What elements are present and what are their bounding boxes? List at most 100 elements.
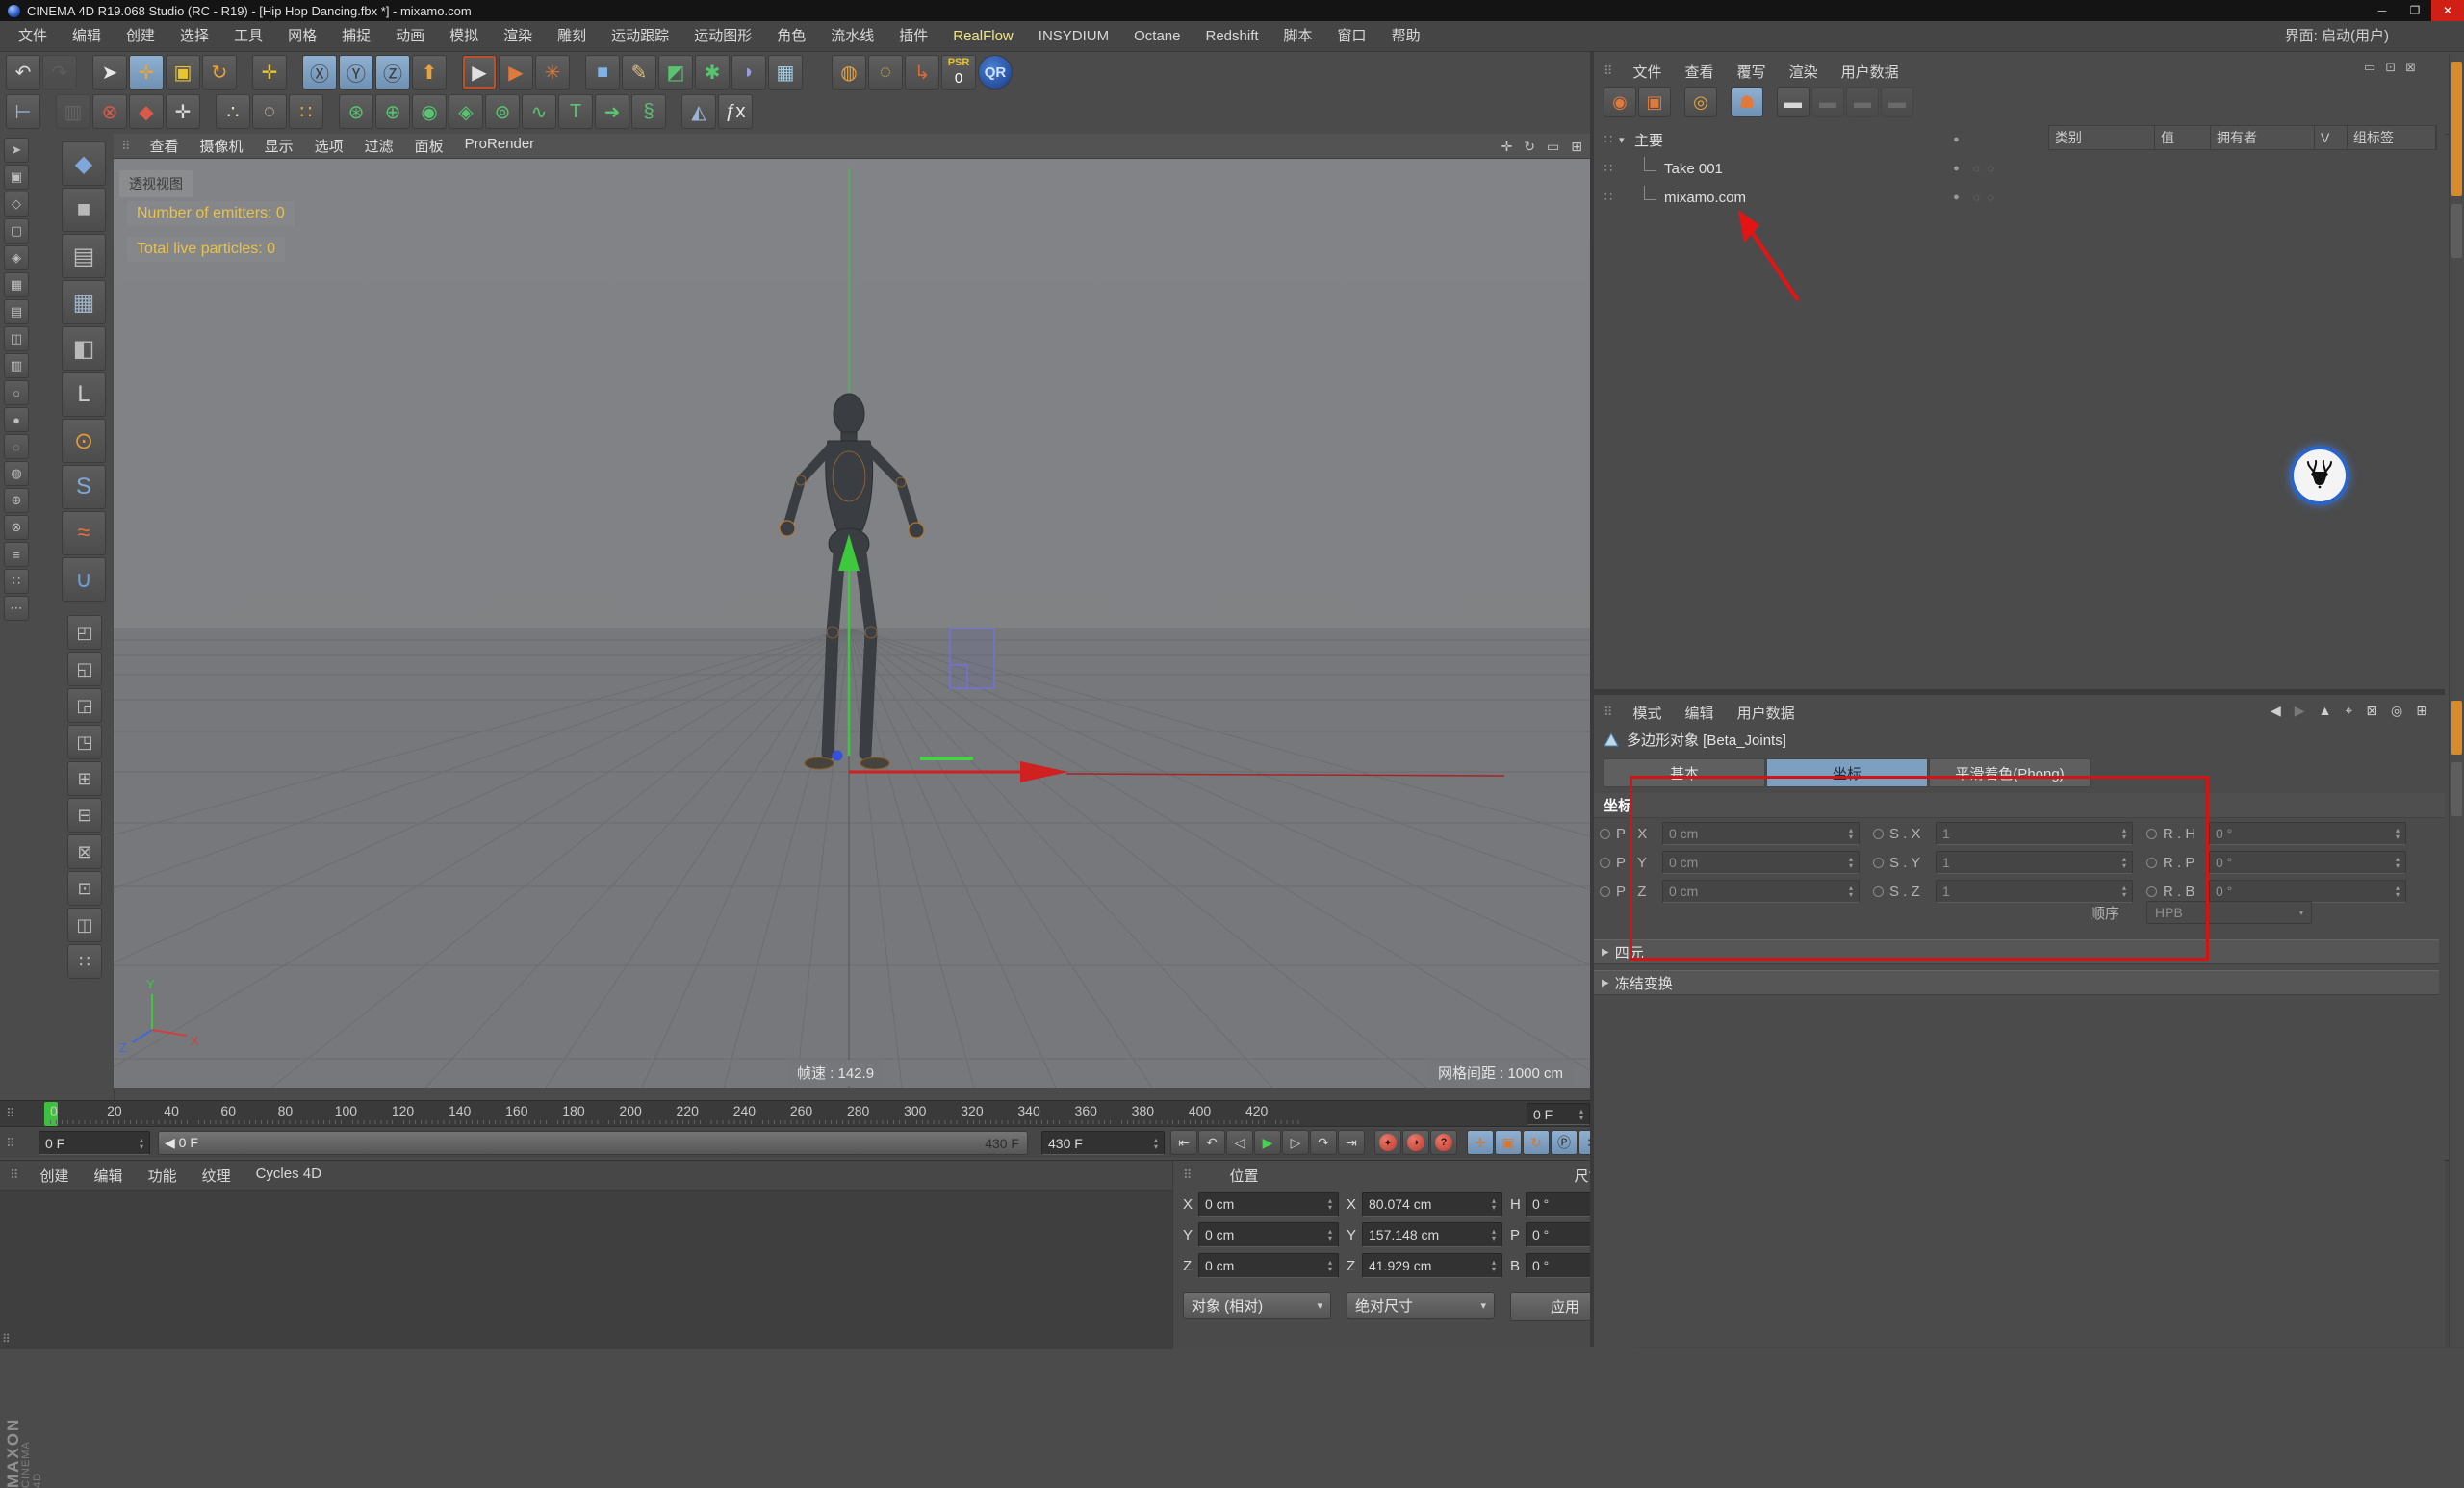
- no-points-icon[interactable]: ⊗: [92, 94, 127, 129]
- take-toolbar-icon[interactable]: [1673, 87, 1682, 117]
- attribute-tab[interactable]: 平滑着色(Phong): [1929, 758, 2091, 787]
- workplane-icon[interactable]: ▦: [62, 280, 106, 324]
- attribute-field[interactable]: 0 cm ▴ ▾: [1662, 851, 1860, 874]
- toolbar-icon[interactable]: [239, 55, 250, 90]
- snap-move-icon[interactable]: ✛: [166, 94, 200, 129]
- menu-item[interactable]: 创建: [114, 21, 167, 52]
- ruler-frame-field[interactable]: 0 F ▴ ▾: [1527, 1103, 1590, 1125]
- current-frame-field[interactable]: 0 F ▴ ▾: [38, 1131, 150, 1155]
- deformer-icon[interactable]: ◗: [732, 55, 766, 90]
- expand-icon[interactable]: ▾: [1619, 134, 1632, 146]
- attribute-menu-item[interactable]: 用户数据: [1726, 703, 1807, 723]
- kinematic-mode-icon[interactable]: ▥: [4, 353, 29, 378]
- view-label[interactable]: 透视视图: [119, 170, 192, 197]
- take-dot-icon[interactable]: ●: [1953, 192, 1960, 203]
- primitive-cube-icon[interactable]: ■: [585, 55, 620, 90]
- viewport-menu-item[interactable]: 过滤: [354, 136, 404, 156]
- tp-group-icon[interactable]: ▥: [56, 94, 90, 129]
- select-mode-icon[interactable]: ➤: [4, 138, 29, 163]
- spline-wrap-icon[interactable]: ➜: [595, 94, 629, 129]
- vertical-tab[interactable]: [2451, 204, 2462, 258]
- menu-item[interactable]: RealFlow: [940, 21, 1026, 52]
- toolbar-icon[interactable]: [805, 55, 816, 90]
- take-row[interactable]: ∷ ▾ mixamo.com ● ◌◌: [1598, 183, 2044, 212]
- menu-item[interactable]: 模拟: [437, 21, 491, 52]
- quick-render-icon[interactable]: QR: [978, 55, 1013, 90]
- panel-grip[interactable]: ⠿: [6, 1106, 14, 1121]
- menu-item[interactable]: 文件: [6, 21, 60, 52]
- take-camera-icons[interactable]: ◌◌: [1973, 162, 2002, 175]
- track-selection-icon[interactable]: ◎: [2391, 703, 2402, 719]
- keyframe-selection-button[interactable]: ?: [1430, 1130, 1457, 1155]
- take-row[interactable]: ∷ ▾ 主要 ● ◌◌: [1598, 125, 2044, 154]
- auto-take-icon[interactable]: ☗: [1731, 87, 1763, 117]
- maximize-view-icon[interactable]: ▭: [1547, 139, 1559, 155]
- take-column-header[interactable]: 拥有者: [2211, 126, 2315, 149]
- keyframe-ring-icon[interactable]: [1873, 885, 1884, 897]
- take-label[interactable]: Take 001: [1664, 161, 1723, 177]
- text-object-icon[interactable]: T: [558, 94, 593, 129]
- deer-badge-icon[interactable]: [2294, 449, 2346, 501]
- collapse-icon[interactable]: ⊟: [67, 798, 102, 833]
- attribute-field[interactable]: 0 cm ▴ ▾: [1662, 880, 1860, 903]
- keyframe-ring-icon[interactable]: [2146, 857, 2157, 868]
- object-axis-icon[interactable]: ◧: [62, 326, 106, 371]
- panel-grip[interactable]: ⠿: [1183, 1167, 1192, 1183]
- coordinate-field[interactable]: 0 cm ▴ ▾: [1198, 1192, 1339, 1217]
- menu-item[interactable]: Octane: [1121, 21, 1193, 52]
- material-menu-item[interactable]: 创建: [28, 1166, 82, 1186]
- keyframe-ring-icon[interactable]: [1873, 828, 1884, 839]
- take-label[interactable]: mixamo.com: [1664, 190, 1746, 206]
- globe-icon[interactable]: ◍: [832, 55, 866, 90]
- viewport-menu-item[interactable]: 摄像机: [190, 136, 254, 156]
- lock-icon[interactable]: ⊠: [2366, 703, 2377, 719]
- record-parameter-toggle[interactable]: Ⓟ: [1551, 1130, 1578, 1155]
- menu-item[interactable]: 捕捉: [329, 21, 383, 52]
- render-take-2-icon[interactable]: ▬: [1846, 87, 1879, 117]
- array-icon[interactable]: ✱: [695, 55, 730, 90]
- minimize-button[interactable]: ─: [2366, 0, 2399, 21]
- take-menu-item[interactable]: 文件: [1622, 62, 1674, 82]
- grid-mode-icon[interactable]: ∷: [4, 569, 29, 594]
- toolbar-icon[interactable]: [202, 94, 214, 129]
- toolbar-icon[interactable]: [668, 94, 680, 129]
- menu-item[interactable]: 运动图形: [681, 21, 764, 52]
- hierarchy-icon[interactable]: ⊢: [6, 94, 40, 129]
- emitter-icon[interactable]: ⊛: [339, 94, 373, 129]
- move-tool-icon[interactable]: ✛: [129, 55, 164, 90]
- close-button[interactable]: ✕: [2431, 0, 2464, 21]
- menu-item[interactable]: Redshift: [1194, 21, 1271, 52]
- keyframe-ring-icon[interactable]: [1873, 857, 1884, 868]
- take-state-icon[interactable]: ∷: [1598, 190, 1619, 205]
- next-key-button[interactable]: ↷: [1310, 1130, 1337, 1155]
- selection-ring-icon[interactable]: ◌: [868, 55, 903, 90]
- take-toolbar-icon[interactable]: [1719, 87, 1729, 117]
- redo-icon[interactable]: ↷: [42, 55, 77, 90]
- attribute-menu-item[interactable]: 模式: [1622, 703, 1674, 723]
- animation-mode-icon[interactable]: ○: [4, 380, 29, 405]
- polygon-mode-icon[interactable]: ▤: [4, 299, 29, 324]
- timeline-scrubber[interactable]: ◀ 0 F 430 F: [158, 1131, 1028, 1155]
- record-keyframe-button[interactable]: ✦: [1374, 1130, 1401, 1155]
- take-column-header[interactable]: V: [2315, 126, 2348, 149]
- texture-tool-icon[interactable]: ▤: [62, 234, 106, 278]
- list-mode-icon[interactable]: ≡: [4, 542, 29, 567]
- axis-lock-icon[interactable]: L: [62, 372, 106, 417]
- coordinate-field[interactable]: 0 cm ▴ ▾: [1198, 1253, 1339, 1278]
- menu-item[interactable]: 窗口: [1325, 21, 1379, 52]
- transport-button[interactable]: [1458, 1130, 1466, 1155]
- add-mode-icon[interactable]: ⊕: [4, 488, 29, 513]
- take-column-header[interactable]: 类别: [2049, 126, 2155, 149]
- take-label[interactable]: 主要: [1634, 130, 1663, 150]
- take-menu-item[interactable]: 查看: [1674, 62, 1726, 82]
- maximize-button[interactable]: ❐: [2399, 0, 2431, 21]
- menu-item[interactable]: 帮助: [1379, 21, 1433, 52]
- order-dropdown[interactable]: HPB ▾: [2146, 901, 2312, 924]
- coordinate-field[interactable]: 80.074 cm ▴ ▾: [1362, 1192, 1502, 1217]
- render-take-3-icon[interactable]: ▬: [1881, 87, 1913, 117]
- material-menu-item[interactable]: Cycles 4D: [244, 1166, 334, 1186]
- xpresso-icon[interactable]: ƒx: [718, 94, 753, 129]
- vertical-tab-2[interactable]: [2451, 762, 2462, 816]
- take-state-icon[interactable]: ∷: [1598, 132, 1619, 147]
- menu-item[interactable]: 插件: [886, 21, 940, 52]
